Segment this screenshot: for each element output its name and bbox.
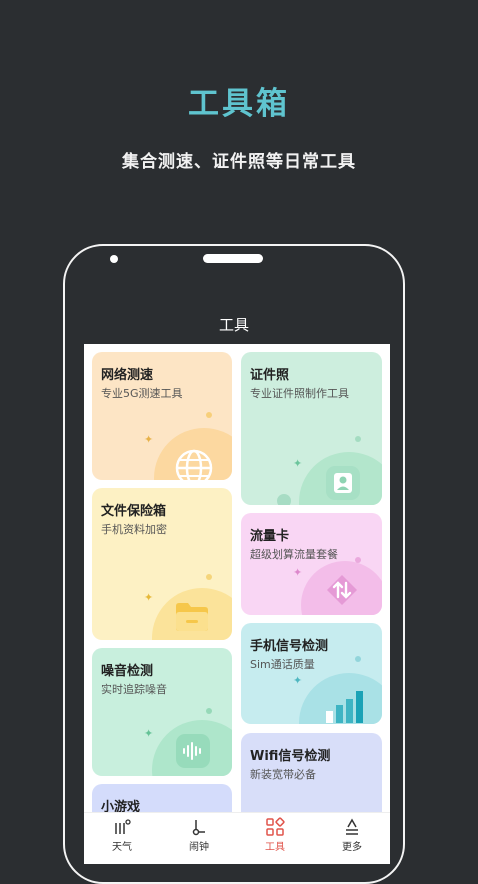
tab-label: 更多: [342, 842, 362, 853]
folder-icon: [174, 600, 210, 632]
card-subtitle: 实时追踪噪音: [101, 683, 167, 696]
camera-dot: [110, 255, 118, 263]
card-subtitle: 专业证件照制作工具: [250, 387, 349, 400]
sparkle-icon: ✦: [144, 591, 154, 604]
promo-subtitle: 集合测速、证件照等日常工具: [122, 152, 356, 172]
tab-label: 闹钟: [189, 842, 209, 853]
tools-grid-icon: [265, 817, 285, 837]
screen-title: 工具: [218, 316, 249, 334]
card-network-speed[interactable]: 网络测速 专业5G测速工具 ✦: [92, 352, 232, 480]
card-title: 噪音检测: [101, 664, 154, 679]
decor-dot: [206, 574, 212, 580]
decor-dot: [206, 708, 212, 714]
tab-tools[interactable]: 工具: [237, 813, 313, 864]
tab-label: 工具: [265, 842, 285, 853]
card-subtitle: 新装宽带必备: [250, 768, 316, 781]
more-icon: [342, 817, 362, 837]
card-data-plan[interactable]: 流量卡 超级划算流量套餐 ✦: [241, 513, 382, 615]
decor-dot: [277, 494, 291, 505]
tab-alarm[interactable]: 闹钟: [161, 813, 237, 864]
bottom-tab-bar: 天气 闹钟 工具 更多: [84, 812, 390, 864]
card-title: 网络测速: [101, 368, 154, 383]
card-title: 文件保险箱: [101, 504, 167, 519]
card-phone-signal[interactable]: 手机信号检测 Sim通话质量 ✦: [241, 623, 382, 724]
card-title: 流量卡: [250, 529, 290, 544]
tab-more[interactable]: 更多: [314, 813, 390, 864]
card-subtitle: 专业5G测速工具: [101, 387, 183, 400]
sparkle-icon: ✦: [144, 433, 154, 446]
sound-wave-icon: [176, 734, 210, 768]
weather-icon: [112, 817, 132, 837]
signal-bars-icon: [325, 687, 365, 723]
card-title: 手机信号检测: [250, 639, 329, 654]
sparkle-icon: ✦: [144, 727, 154, 740]
decor-dot: [355, 557, 361, 563]
card-noise-detect[interactable]: 噪音检测 实时追踪噪音 ✦: [92, 648, 232, 776]
data-transfer-icon: [325, 573, 359, 607]
sparkle-icon: ✦: [293, 674, 303, 687]
card-id-photo[interactable]: 证件照 专业证件照制作工具 ✦: [241, 352, 382, 505]
app-screen: 网络测速 专业5G测速工具 ✦ 证件照 专业证件照制作工具 ✦ 文件保险箱 手机…: [84, 344, 390, 864]
phone-frame: 工具 网络测速 专业5G测速工具 ✦ 证件照 专业证件照制作工具 ✦ 文件保险箱…: [63, 244, 405, 884]
globe-icon: [174, 448, 214, 480]
sparkle-icon: ✦: [293, 457, 303, 470]
card-file-safe[interactable]: 文件保险箱 手机资料加密 ✦: [92, 488, 232, 640]
speaker-slot: [203, 254, 263, 263]
decor-dot: [206, 412, 212, 418]
card-subtitle: 超级划算流量套餐: [250, 548, 338, 561]
tab-label: 天气: [112, 842, 132, 853]
tab-weather[interactable]: 天气: [84, 813, 160, 864]
card-subtitle: Sim通话质量: [250, 658, 315, 671]
alarm-icon: [189, 817, 209, 837]
card-subtitle: 手机资料加密: [101, 523, 167, 536]
id-photo-icon: [326, 466, 360, 500]
decor-dot: [355, 436, 361, 442]
decor-dot: [355, 656, 361, 662]
card-wifi-signal[interactable]: Wifi信号检测 新装宽带必备: [241, 733, 382, 823]
sparkle-icon: ✦: [293, 566, 303, 579]
promo-title: 工具箱: [188, 86, 290, 122]
card-title: 证件照: [250, 368, 290, 383]
card-title: Wifi信号检测: [250, 749, 331, 764]
